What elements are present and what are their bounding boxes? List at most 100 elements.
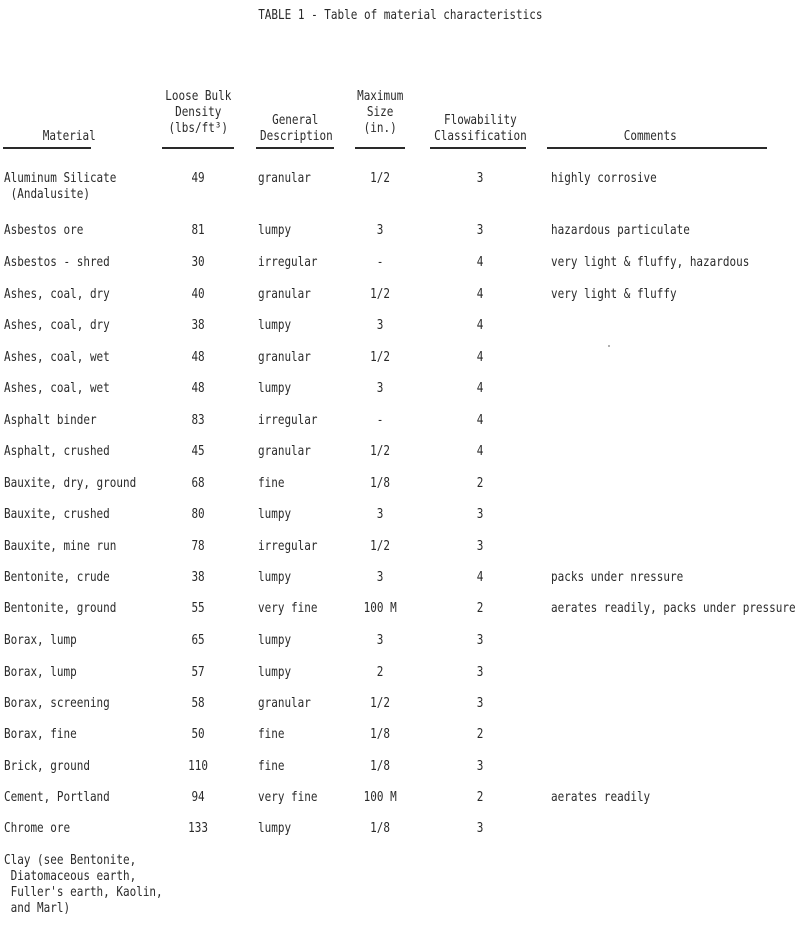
cell-flowability-text: 4: [476, 570, 484, 585]
cell-size: 3: [350, 223, 410, 239]
cell-size: 1/8: [350, 821, 410, 837]
cell-flowability-text: 4: [476, 318, 484, 333]
cell-flowability: 4: [430, 381, 530, 397]
cell-description-text: granular: [258, 350, 311, 365]
cell-density: 30: [160, 255, 236, 271]
cell-size-text: 3: [376, 223, 384, 238]
cell-comments-text: aerates readily, packs under pressure: [551, 601, 796, 616]
cell-material-text: Ashes, coal, dry: [4, 287, 110, 302]
cell-material-text: Asbestos ore: [4, 223, 84, 238]
cell-density-text: 65: [191, 633, 205, 648]
cell-description-text: granular: [258, 444, 311, 459]
cell-material-text: Borax, lump: [4, 633, 77, 648]
cell-description-text: irregular: [258, 413, 318, 428]
cell-flowability-text: 2: [476, 476, 484, 491]
cell-flowability: 4: [430, 318, 530, 334]
cell-flowability-text: 3: [476, 665, 484, 680]
cell-density-text: 48: [191, 381, 205, 396]
cell-comments: [551, 507, 800, 523]
cell-flowability: 3: [430, 171, 530, 187]
cell-size: -: [350, 413, 410, 429]
cell-comments: hazardous particulate: [551, 223, 800, 239]
cell-comments: aerates readily: [551, 790, 800, 806]
cell-comments: highly corrosive: [551, 171, 800, 187]
cell-size-text: 1/8: [370, 759, 390, 774]
cell-density-text: 50: [191, 727, 205, 742]
cell-size: 3: [350, 507, 410, 523]
header-flowability-line3: Classification: [433, 129, 527, 144]
cell-description-text: granular: [258, 696, 311, 711]
cell-flowability-text: 4: [476, 381, 484, 396]
cell-flowability-text: 4: [476, 350, 484, 365]
cell-description-text: fine: [258, 759, 285, 774]
cell-flowability-text: 4: [476, 444, 484, 459]
header-density-line1: Loose Bulk: [165, 89, 232, 104]
cell-comments-text: very light & fluffy, hazardous: [551, 255, 750, 270]
cell-comments: [551, 413, 800, 429]
header-rule-description: [256, 147, 334, 149]
cell-size-text: 1/8: [370, 727, 390, 742]
cell-flowability-text: 3: [476, 171, 484, 186]
cell-material-text: Ashes, coal, wet: [4, 381, 110, 396]
cell-comments: [551, 853, 800, 869]
cell-density: 83: [160, 413, 236, 429]
cell-description-text: fine: [258, 727, 285, 742]
cell-density: 48: [160, 350, 236, 366]
cell-comments: very light & fluffy: [551, 287, 800, 303]
cell-comments: [551, 350, 800, 366]
cell-description-text: lumpy: [258, 821, 292, 836]
cell-flowability: 2: [430, 727, 530, 743]
cell-density-text: 55: [191, 601, 205, 616]
cell-material-text: Borax, screening: [4, 696, 110, 711]
cell-description-text: lumpy: [258, 318, 292, 333]
cell-size-text: 100 M: [363, 790, 397, 805]
cell-density-text: 78: [191, 539, 205, 554]
cell-flowability: 2: [430, 601, 530, 617]
cell-material-text: Brick, ground: [4, 759, 90, 774]
cell-material-text: Borax, lump: [4, 665, 77, 680]
cell-description-text: very fine: [258, 790, 318, 805]
cell-material-text: Asbestos - shred: [4, 255, 110, 270]
cell-density: 38: [160, 570, 236, 586]
cell-flowability-text: 3: [476, 633, 484, 648]
cell-size-text: 3: [376, 570, 384, 585]
cell-density: 40: [160, 287, 236, 303]
cell-description-text: lumpy: [258, 223, 292, 238]
cell-material-text: Bentonite, crude: [4, 570, 110, 585]
header-flowability: Flowability Classification: [422, 97, 538, 145]
cell-description-text: granular: [258, 171, 311, 186]
cell-size: 3: [350, 318, 410, 334]
cell-flowability-text: 2: [476, 727, 484, 742]
cell-description-text: fine: [258, 476, 285, 491]
header-rule-density: [162, 147, 234, 149]
header-size-line2: Size: [366, 105, 394, 120]
header-flowability-line2: Flowability: [443, 113, 517, 128]
cell-comments: [551, 696, 800, 712]
cell-density-text: 38: [191, 570, 205, 585]
cell-density-text: 58: [191, 696, 205, 711]
cell-comments: [551, 727, 800, 743]
cell-material-text: Ashes, coal, wet: [4, 350, 110, 365]
cell-material-text: Asphalt, crushed: [4, 444, 110, 459]
cell-density-text: 30: [191, 255, 205, 270]
cell-size: 3: [350, 570, 410, 586]
cell-density-text: 110: [188, 759, 208, 774]
cell-size: 1/8: [350, 759, 410, 775]
cell-size-text: 3: [376, 318, 384, 333]
cell-material-text: Bentonite, ground: [4, 601, 117, 616]
cell-comments: [551, 476, 800, 492]
cell-comments: very light & fluffy, hazardous: [551, 255, 800, 271]
cell-size-text: 3: [376, 507, 384, 522]
cell-density-text: 38: [191, 318, 205, 333]
cell-density: [160, 853, 236, 869]
cell-size: 100 M: [350, 601, 410, 617]
header-density-line2: Density: [174, 105, 222, 120]
cell-flowability: 4: [430, 287, 530, 303]
cell-flowability: 3: [430, 759, 530, 775]
cell-density-text: 83: [191, 413, 205, 428]
cell-size: 3: [350, 633, 410, 649]
cell-density: 38: [160, 318, 236, 334]
cell-density-text: 49: [191, 171, 205, 186]
cell-density-text: 68: [191, 476, 205, 491]
cell-comments-text: highly corrosive: [551, 171, 657, 186]
